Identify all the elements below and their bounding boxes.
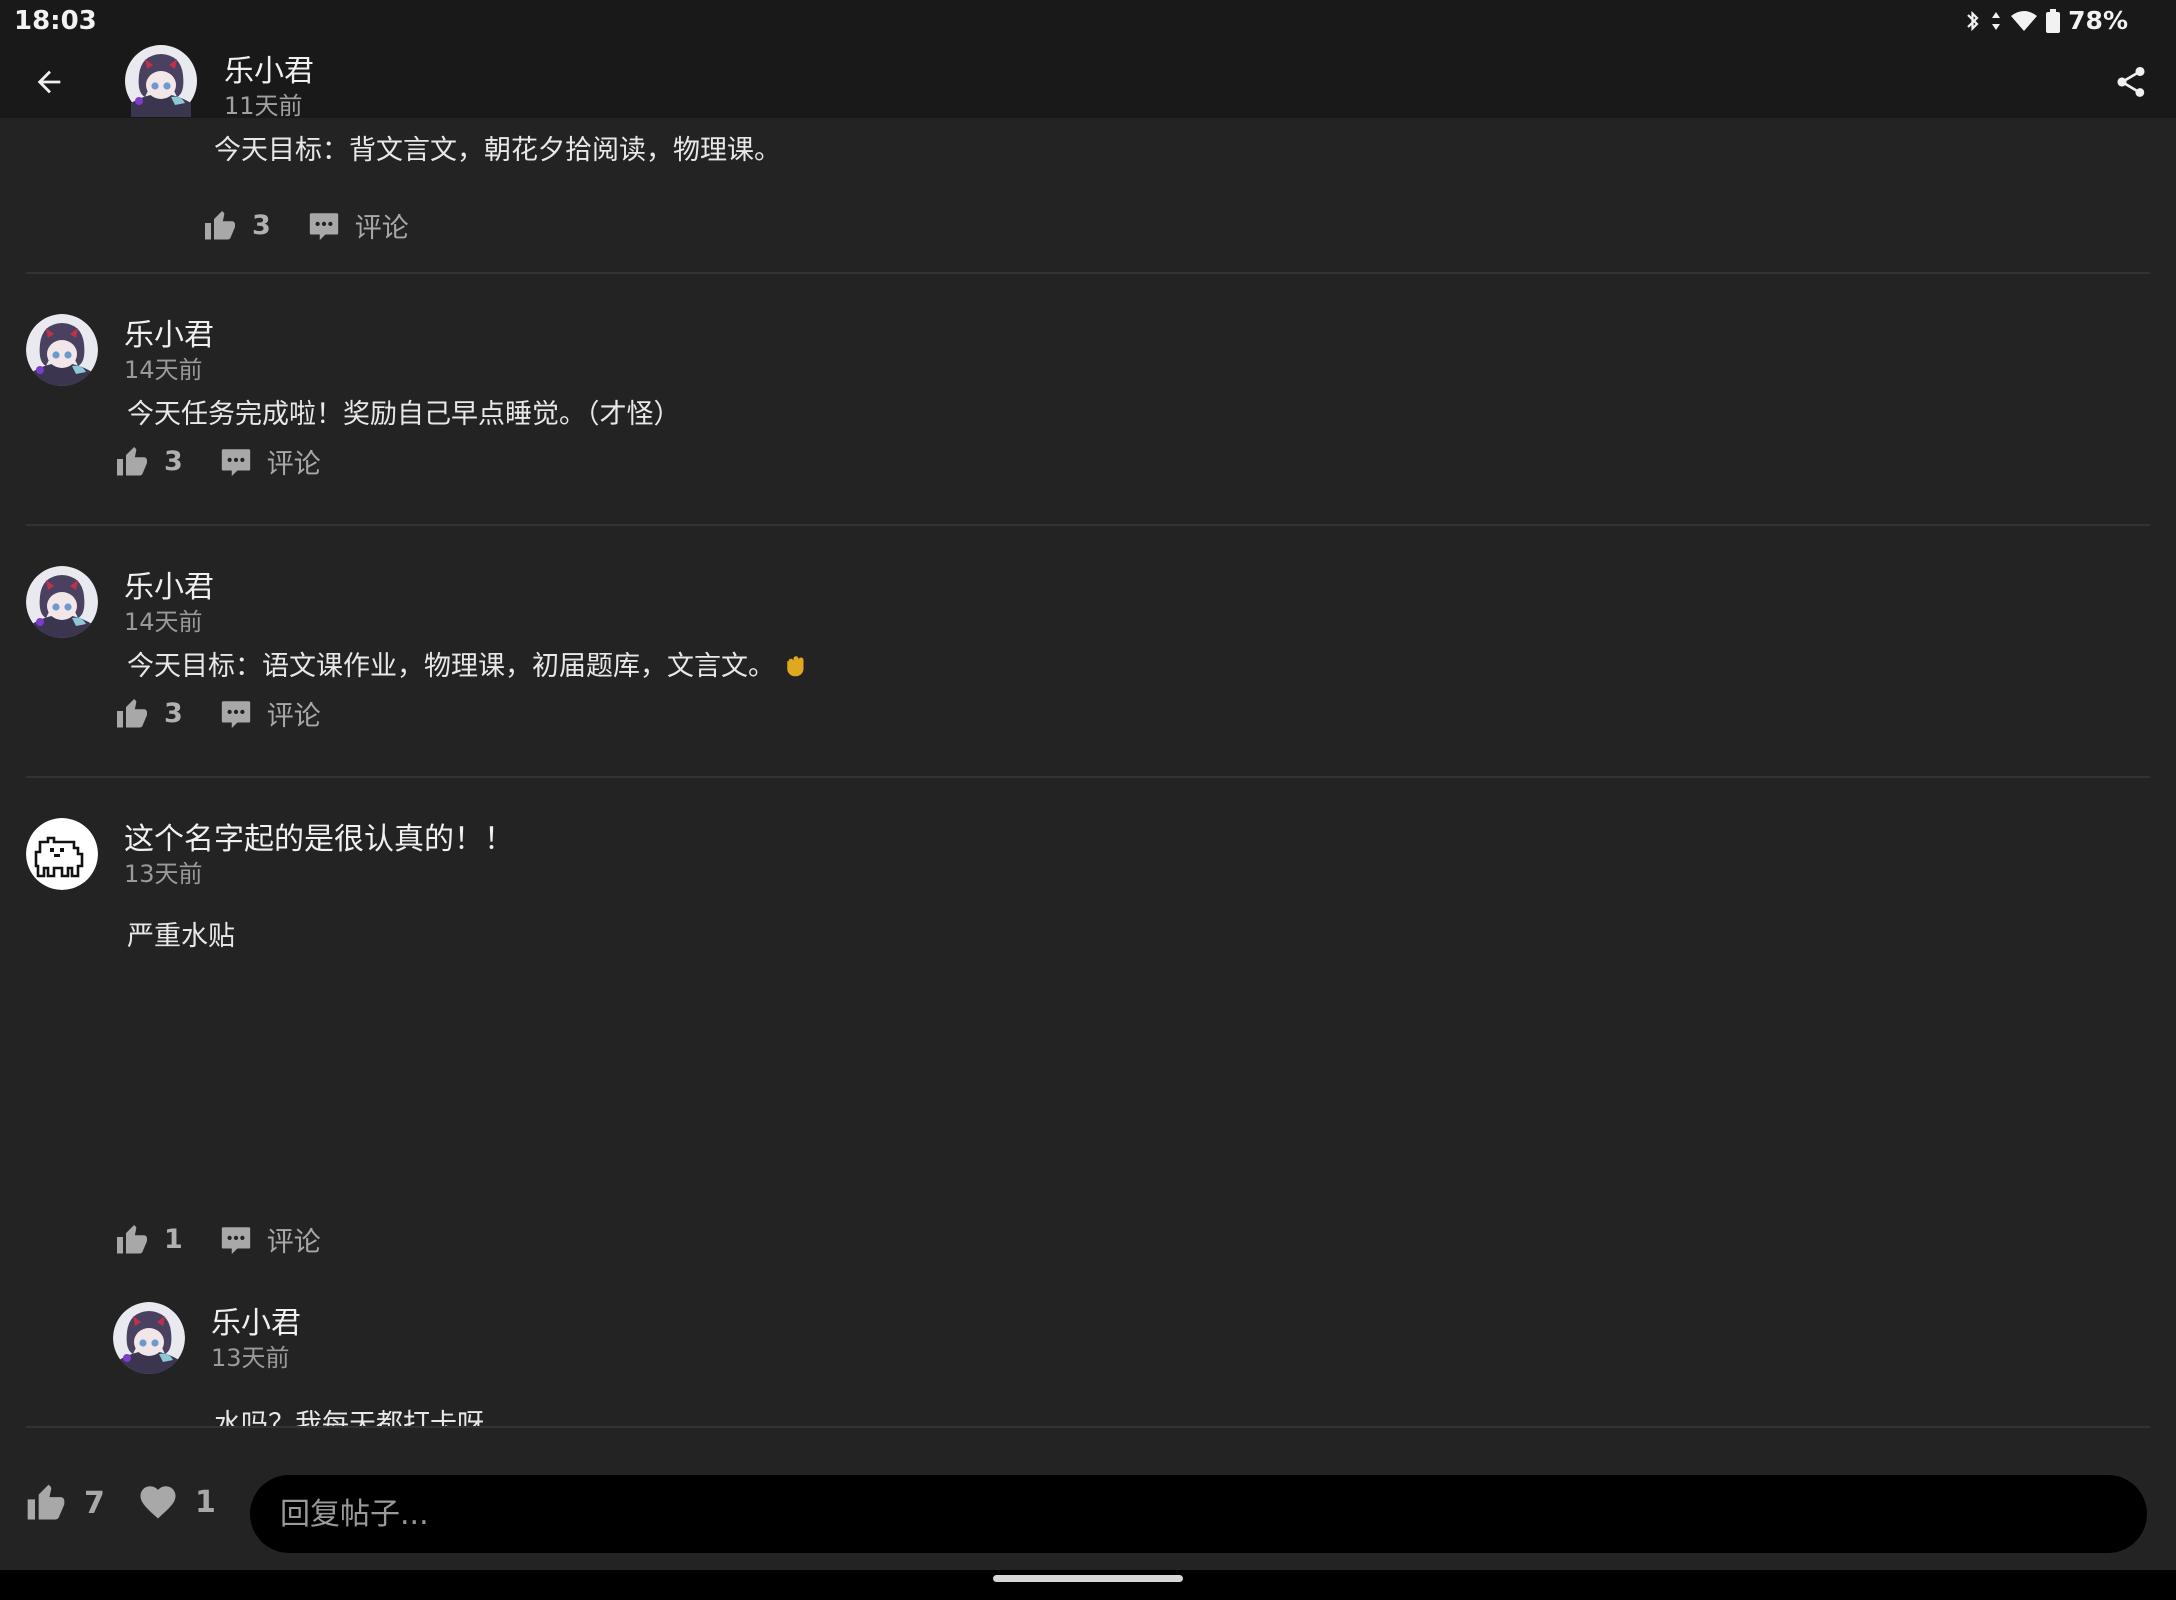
home-indicator[interactable] <box>993 1575 1183 1582</box>
like-count: 1 <box>164 1224 183 1255</box>
thumb-up-icon <box>114 696 150 732</box>
data-arrows-icon <box>1992 11 2001 30</box>
comment-label: 评论 <box>266 449 321 480</box>
post-time: 14天前 <box>124 356 203 384</box>
navigation-bar <box>0 1570 2176 1600</box>
post-text: 今天任务完成啦！奖励自己早点睡觉。（才怪） <box>127 399 681 430</box>
post-text: 严重水贴 <box>127 921 235 952</box>
comment-button[interactable]: 评论 <box>219 1220 321 1259</box>
status-time: 18:03 <box>14 6 97 36</box>
post-time: 13天前 <box>211 1344 290 1372</box>
like-button[interactable]: 3 <box>202 208 271 244</box>
post-actions: 3 评论 <box>114 442 321 481</box>
comment-icon <box>307 209 341 243</box>
user-avatar[interactable] <box>26 566 98 638</box>
post-actions: 3 评论 <box>202 206 409 245</box>
comment-icon <box>219 445 253 479</box>
bluetooth-icon <box>1967 10 1979 31</box>
app-bar: 乐小君 11天前 <box>0 42 2176 120</box>
post-text-content: 今天目标：语文课作业，物理课，初届题库，文言文。 <box>127 651 775 682</box>
comment-label: 评论 <box>266 701 321 732</box>
like-count: 3 <box>164 446 183 477</box>
like-count: 3 <box>164 698 183 729</box>
comment-button[interactable]: 评论 <box>307 206 409 245</box>
wifi-icon <box>2011 10 2038 31</box>
user-avatar[interactable] <box>113 1302 185 1374</box>
user-avatar[interactable] <box>26 314 98 386</box>
user-avatar[interactable] <box>26 818 98 890</box>
like-button[interactable]: 1 <box>114 1222 183 1258</box>
header-post-time: 11天前 <box>224 92 303 120</box>
author-name[interactable]: 乐小君 <box>124 310 214 354</box>
reply-bar: 7 1 <box>0 1428 2176 1570</box>
heart-icon <box>140 1486 176 1519</box>
post-time: 13天前 <box>124 860 203 888</box>
header-avatar[interactable] <box>125 45 197 117</box>
reply-input[interactable] <box>250 1475 2147 1553</box>
raised-fist-icon <box>787 656 804 677</box>
comment-icon <box>219 1223 253 1257</box>
share-button[interactable] <box>2108 59 2154 105</box>
author-name[interactable]: 这个名字起的是很认真的！！ <box>124 814 514 858</box>
back-arrow-icon <box>37 70 61 94</box>
divider <box>26 524 2150 526</box>
status-icons: 78% <box>1964 6 2128 35</box>
like-button[interactable]: 3 <box>114 444 183 480</box>
author-name[interactable]: 乐小君 <box>211 1298 301 1342</box>
share-icon <box>2117 67 2145 97</box>
like-button[interactable]: 3 <box>114 696 183 732</box>
battery-level: 78% <box>2068 6 2128 35</box>
post-text: 今天目标：语文课作业，物理课，初届题库，文言文。 <box>127 644 811 683</box>
thumb-up-icon <box>114 444 150 480</box>
header-author-name[interactable]: 乐小君 <box>224 46 314 90</box>
thumb-up-icon <box>114 1222 150 1258</box>
post-text: 今天目标：背文言文，朝花夕拾阅读，物理课。 <box>214 135 781 166</box>
status-bar: 18:03 78% <box>0 0 2176 42</box>
thumb-up-icon <box>202 208 238 244</box>
thread-content[interactable]: 今天目标：背文言文，朝花夕拾阅读，物理课。 3 评论 乐小君 14天前 今天任务… <box>0 118 2176 1428</box>
post-actions: 3 评论 <box>114 694 321 733</box>
post-like-button[interactable]: 7 <box>24 1481 105 1525</box>
post-actions: 1 评论 <box>114 1220 321 1259</box>
thumb-up-icon <box>24 1481 68 1525</box>
comment-label: 评论 <box>266 1227 321 1258</box>
battery-icon <box>2046 8 2061 33</box>
favorite-button[interactable]: 1 <box>137 1481 216 1523</box>
divider <box>26 776 2150 778</box>
post-time: 14天前 <box>124 608 203 636</box>
comment-label: 评论 <box>354 213 409 244</box>
like-count: 3 <box>252 210 271 241</box>
post-text: 水吗？我每天都打卡呀。 <box>214 1409 511 1428</box>
comment-icon <box>219 697 253 731</box>
comment-button[interactable]: 评论 <box>219 442 321 481</box>
comment-button[interactable]: 评论 <box>219 694 321 733</box>
post-like-count: 7 <box>84 1485 105 1521</box>
author-name[interactable]: 乐小君 <box>124 562 214 606</box>
favorite-count: 1 <box>195 1484 216 1520</box>
divider <box>26 272 2150 274</box>
back-button[interactable] <box>24 60 74 104</box>
